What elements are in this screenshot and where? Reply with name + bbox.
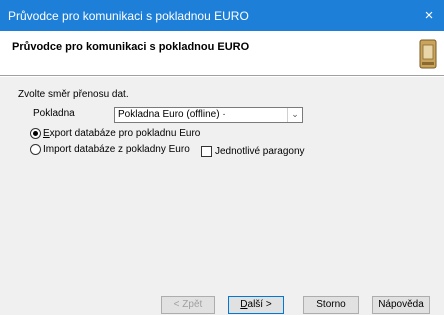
header-title: Průvodce pro komunikaci s pokladnou EURO bbox=[12, 41, 250, 53]
export-radio[interactable] bbox=[30, 128, 41, 139]
direction-label: Zvolte směr přenosu dat. bbox=[18, 89, 129, 100]
receipts-checkbox-label[interactable]: Jednotlivé paragony bbox=[215, 146, 305, 157]
help-button[interactable]: Nápověda bbox=[372, 296, 430, 314]
wizard-content: Zvolte směr přenosu dat. Pokladna Poklad… bbox=[0, 77, 444, 315]
title-bar: Průvodce pro komunikaci s pokladnou EURO… bbox=[0, 0, 444, 31]
receipts-checkbox[interactable] bbox=[201, 146, 212, 157]
cancel-button[interactable]: Storno bbox=[303, 296, 359, 314]
export-radio-label[interactable]: Export databáze pro pokladnu Euro bbox=[43, 128, 200, 139]
window-title: Průvodce pro komunikaci s pokladnou EURO bbox=[8, 9, 249, 23]
import-radio[interactable] bbox=[30, 144, 41, 155]
register-select-value: Pokladna Euro (offline) · bbox=[118, 109, 226, 120]
next-button[interactable]: Další > bbox=[228, 296, 284, 314]
import-radio-label[interactable]: Import databáze z pokladny Euro bbox=[43, 144, 190, 155]
chevron-down-icon[interactable]: ⌄ bbox=[287, 108, 302, 122]
register-select[interactable]: Pokladna Euro (offline) · ⌄ bbox=[114, 107, 303, 123]
wizard-header: Průvodce pro komunikaci s pokladnou EURO bbox=[0, 31, 444, 76]
cash-register-icon bbox=[419, 39, 437, 69]
close-icon[interactable]: × bbox=[414, 0, 444, 31]
register-label: Pokladna bbox=[33, 108, 75, 119]
back-button[interactable]: < Zpět bbox=[161, 296, 215, 314]
